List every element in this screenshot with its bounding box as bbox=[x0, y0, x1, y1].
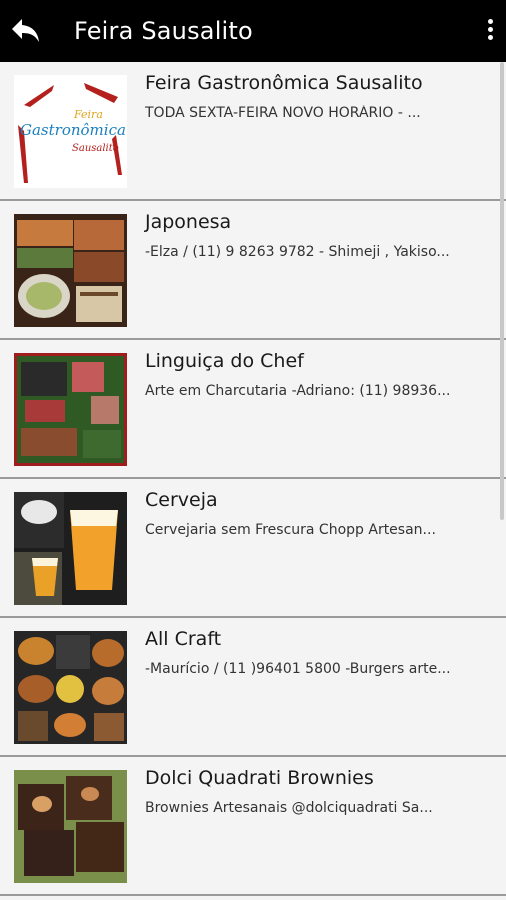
list-item[interactable]: Japonesa -Elza / (11) 9 8263 9782 - Shim… bbox=[0, 201, 506, 340]
vendor-photo bbox=[14, 492, 127, 605]
item-title: Japonesa bbox=[145, 211, 232, 233]
list-item[interactable]: Cerveja Cervejaria sem Frescura Chopp Ar… bbox=[0, 479, 506, 618]
item-subtitle: Cervejaria sem Frescura Chopp Artesan... bbox=[145, 522, 436, 538]
logo-text-gastronomica: Gastronômica bbox=[20, 121, 126, 139]
item-subtitle: TODA SEXTA-FEIRA NOVO HORÁRIO - ... bbox=[145, 105, 421, 121]
back-button[interactable] bbox=[10, 17, 42, 45]
vendor-photo bbox=[14, 353, 127, 466]
item-title: Linguiça do Chef bbox=[145, 350, 304, 372]
list-item[interactable]: Dolci Quadrati Brownies Brownies Artesan… bbox=[0, 757, 506, 896]
item-title: Feira Gastronômica Sausalito bbox=[145, 72, 423, 94]
app-bar: Feira Sausalito bbox=[0, 0, 506, 62]
list-item[interactable]: Linguiça do Chef Arte em Charcutaria -Ad… bbox=[0, 340, 506, 479]
logo-text-sausalito: Sausalito bbox=[72, 143, 119, 154]
page-title: Feira Sausalito bbox=[74, 17, 253, 45]
scrollbar[interactable] bbox=[500, 62, 504, 520]
more-vert-icon bbox=[487, 19, 493, 24]
item-title: Dolci Quadrati Brownies bbox=[145, 767, 374, 789]
vendor-photo bbox=[14, 770, 127, 883]
back-arrow-icon bbox=[12, 19, 39, 42]
item-title: All Craft bbox=[145, 628, 222, 650]
list-item[interactable]: All Craft -Maurício / (11 )96401 5800 -B… bbox=[0, 618, 506, 757]
vendor-photo bbox=[14, 214, 127, 327]
item-subtitle: Brownies Artesanais @dolciquadrati Sa... bbox=[145, 800, 433, 816]
vendor-logo: Feira Gastronômica Sausalito bbox=[14, 75, 127, 188]
item-subtitle: -Elza / (11) 9 8263 9782 - Shimeji , Yak… bbox=[145, 244, 450, 260]
more-options-button[interactable] bbox=[480, 16, 500, 46]
vendor-photo bbox=[14, 631, 127, 744]
item-subtitle: -Maurício / (11 )96401 5800 -Burgers art… bbox=[145, 661, 451, 677]
list-item[interactable]: Feira Gastronômica Sausalito Feira Gastr… bbox=[0, 62, 506, 201]
vendor-list: Feira Gastronômica Sausalito Feira Gastr… bbox=[0, 62, 506, 900]
item-subtitle: Arte em Charcutaria -Adriano: (11) 98936… bbox=[145, 383, 451, 399]
logo-text-feira: Feira bbox=[73, 108, 103, 121]
item-title: Cerveja bbox=[145, 489, 218, 511]
